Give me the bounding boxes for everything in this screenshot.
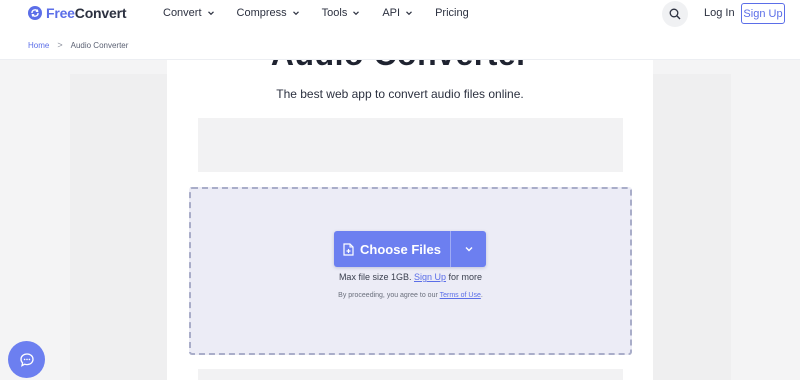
nav-convert[interactable]: Convert <box>163 7 215 19</box>
nav-convert-label: Convert <box>163 7 202 19</box>
max-size-text: Max file size 1GB. <box>338 272 412 282</box>
nav-tools-label: Tools <box>321 7 348 19</box>
chevron-down-icon <box>292 11 299 16</box>
nav-api[interactable]: API <box>382 7 413 19</box>
choose-files-button[interactable]: Choose Files <box>334 231 450 267</box>
chevron-down-icon <box>406 11 413 16</box>
chat-support-button[interactable] <box>8 341 45 378</box>
max-size-signup-link[interactable]: Sign Up <box>414 272 446 282</box>
nav-tools[interactable]: Tools <box>322 7 361 19</box>
chevron-down-icon <box>207 11 214 16</box>
breadcrumb-home[interactable]: Home <box>28 41 49 50</box>
file-dropzone[interactable] <box>189 187 632 355</box>
nav-pricing[interactable]: Pricing <box>435 7 469 19</box>
logo-icon <box>28 6 42 20</box>
breadcrumb-current: Audio Converter <box>70 40 129 50</box>
ad-slot-bottom <box>198 369 623 380</box>
choose-source-dropdown[interactable] <box>451 231 486 267</box>
search-button[interactable] <box>662 1 688 27</box>
nav-compress[interactable]: Compress <box>237 7 300 19</box>
breadcrumb-separator: > <box>57 40 63 50</box>
terms-text: By proceeding, you agree to our <box>338 292 438 299</box>
choose-files-button-group: Choose Files <box>334 231 486 267</box>
signup-button[interactable]: Sign Up <box>741 3 785 24</box>
max-file-size-note: Max file size 1GB. Sign Up for more <box>189 272 632 282</box>
terms-of-use-link[interactable]: Terms of Use <box>440 292 481 299</box>
page-subtitle: The best web app to convert audio files … <box>276 87 524 101</box>
nav-pricing-label: Pricing <box>435 7 469 19</box>
nav-compress-label: Compress <box>236 7 287 19</box>
top-navbar: FreeConvert Convert Compress Tools API P… <box>0 0 800 28</box>
login-link[interactable]: Log In <box>704 7 735 19</box>
chat-icon <box>19 352 34 367</box>
breadcrumb-bar: Home > Audio Converter <box>0 28 800 60</box>
ad-slot-left <box>70 74 167 380</box>
terms-period: . <box>480 292 483 299</box>
file-add-icon <box>343 242 354 256</box>
chevron-down-icon <box>353 11 360 16</box>
ad-slot-top <box>198 118 623 172</box>
nav-api-label: API <box>382 7 401 19</box>
main-nav: Convert Compress Tools API Pricing <box>163 6 469 20</box>
chevron-down-icon <box>465 247 472 252</box>
max-size-suffix: for more <box>448 272 483 282</box>
ad-slot-right <box>653 74 731 380</box>
logo-text: FreeConvert <box>46 5 127 21</box>
terms-note: By proceeding, you agree to our Terms of… <box>189 292 632 299</box>
choose-files-label: Choose Files <box>360 241 441 257</box>
breadcrumb: Home > Audio Converter <box>28 40 128 50</box>
logo[interactable]: FreeConvert <box>28 5 126 21</box>
search-icon <box>669 8 681 20</box>
